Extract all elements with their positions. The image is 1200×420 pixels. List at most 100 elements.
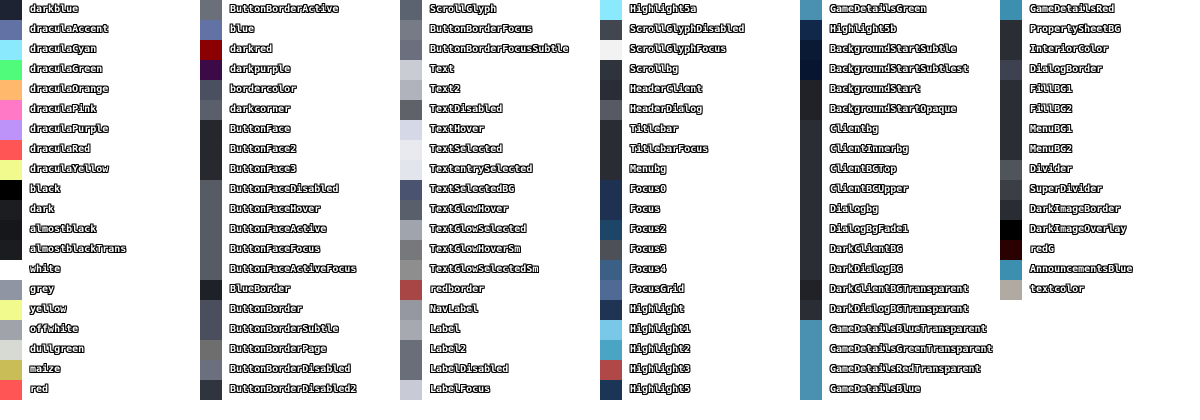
swatch-label: HeaderDialog (630, 104, 703, 115)
swatch-row: Label (400, 320, 568, 340)
color-swatch (400, 260, 422, 280)
swatch-row: Focus (600, 200, 744, 220)
swatch-row: Divider (1000, 160, 1132, 180)
swatch-label: Titlebar (630, 124, 679, 135)
swatch-label: ClientInnerbg (830, 144, 909, 155)
color-swatch (200, 160, 222, 180)
color-swatch (0, 20, 22, 40)
color-swatch (600, 280, 622, 300)
swatch-row: ButtonFaceDisabled (200, 180, 356, 200)
color-swatch (600, 320, 622, 340)
color-swatch (1000, 40, 1022, 60)
swatch-label: darkcorner (230, 104, 291, 115)
swatch-label: textcolor (1030, 284, 1085, 295)
color-swatch (400, 20, 422, 40)
swatch-row: Scrollbg (600, 60, 744, 80)
swatch-row: DarkImageBorder (1000, 200, 1132, 220)
swatch-label: DarkDialogBG (830, 264, 903, 275)
color-swatch (1000, 60, 1022, 80)
swatch-row: redG (1000, 240, 1132, 260)
color-swatch (400, 240, 422, 260)
color-swatch (800, 280, 822, 300)
swatch-label: dullgreen (30, 344, 85, 355)
swatch-row: DarkDialogBGTransparent (800, 300, 993, 320)
color-swatch (600, 300, 622, 320)
swatch-label: Focus (630, 204, 661, 215)
color-swatch (800, 80, 822, 100)
swatch-row: draculaRed (0, 140, 126, 160)
swatch-row: AnnouncementsBlue (1000, 260, 1132, 280)
color-swatch (400, 100, 422, 120)
color-swatch (400, 360, 422, 380)
color-swatch (200, 40, 222, 60)
color-swatch (400, 160, 422, 180)
swatch-row: ClientInnerbg (800, 140, 993, 160)
color-swatch (400, 380, 422, 400)
color-swatch (600, 60, 622, 80)
color-swatch (800, 240, 822, 260)
swatch-row: FocusGrid (600, 280, 744, 300)
swatch-row: Focus3 (600, 240, 744, 260)
swatch-row: draculaGreen (0, 60, 126, 80)
swatch-label: bordercolor (230, 84, 297, 95)
swatch-row: draculaOrange (0, 80, 126, 100)
swatch-label: darkblue (30, 4, 79, 15)
swatch-label: TextGlowHover (430, 204, 509, 215)
color-swatch (200, 120, 222, 140)
swatch-label: BackgroundStartOpaque (830, 104, 957, 115)
swatch-row: Focus2 (600, 220, 744, 240)
color-swatch (1000, 220, 1022, 240)
color-swatch (600, 360, 622, 380)
color-swatch (1000, 120, 1022, 140)
swatch-row: Menubg (600, 160, 744, 180)
swatch-label: Highlight2 (630, 344, 691, 355)
color-swatch (600, 20, 622, 40)
color-swatch (200, 180, 222, 200)
swatch-label: Highlight3 (630, 364, 691, 375)
color-swatch (800, 60, 822, 80)
swatch-label: GameDetailsRedTransparent (830, 364, 981, 375)
swatch-label: NavLabel (430, 304, 479, 315)
swatch-label: Label2 (430, 344, 467, 355)
color-swatch (600, 120, 622, 140)
color-swatch (1000, 240, 1022, 260)
color-swatch (600, 260, 622, 280)
color-swatch (200, 340, 222, 360)
swatch-row: ButtonFaceActiveFocus (200, 260, 356, 280)
swatch-label: GameDetailsBlueTransparent (830, 324, 987, 335)
swatch-label: TextHover (430, 124, 485, 135)
swatch-row: draculaPink (0, 100, 126, 120)
swatch-label: TextGlowSelectedSm (430, 264, 539, 275)
color-swatch (600, 200, 622, 220)
swatch-label: draculaGreen (30, 64, 103, 75)
swatch-row: ButtonFaceFocus (200, 240, 356, 260)
swatch-row: ClientBGUpper (800, 180, 993, 200)
swatch-row: Text (400, 60, 568, 80)
color-swatch (0, 140, 22, 160)
swatch-label: BackgroundStart (830, 84, 921, 95)
swatch-row: ScrollGlyph (400, 0, 568, 20)
swatch-row: ScrollGlyphFocus (600, 40, 744, 60)
swatch-label: ButtonFaceFocus (230, 244, 321, 255)
color-swatch (400, 280, 422, 300)
palette-column-3: ScrollGlyph ButtonBorderFocus ButtonBorder… (400, 0, 568, 400)
swatch-row: darkblue (0, 0, 126, 20)
swatch-label: DarkClientBGTransparent (830, 284, 969, 295)
swatch-row: yellow (0, 300, 126, 320)
swatch-label: ButtonBorderDisabled2 (230, 384, 357, 395)
swatch-label: ButtonBorderActive (230, 4, 339, 15)
swatch-label: ClientBGUpper (830, 184, 909, 195)
color-swatch (200, 0, 222, 20)
swatch-label: almostblack (30, 224, 97, 235)
swatch-label: dark (30, 204, 55, 215)
swatch-label: BackgroundStartSubtlest (830, 64, 969, 75)
swatch-row: HeaderClient (600, 80, 744, 100)
swatch-label: Menubg (630, 164, 667, 175)
color-swatch (600, 160, 622, 180)
swatch-row: darkpurple (200, 60, 356, 80)
swatch-label: blue (230, 24, 255, 35)
swatch-label: TextSelected (430, 144, 503, 155)
swatch-label: ButtonFace3 (230, 164, 297, 175)
swatch-row: BackgroundStartOpaque (800, 100, 993, 120)
swatch-row: ButtonBorderSubtle (200, 320, 356, 340)
